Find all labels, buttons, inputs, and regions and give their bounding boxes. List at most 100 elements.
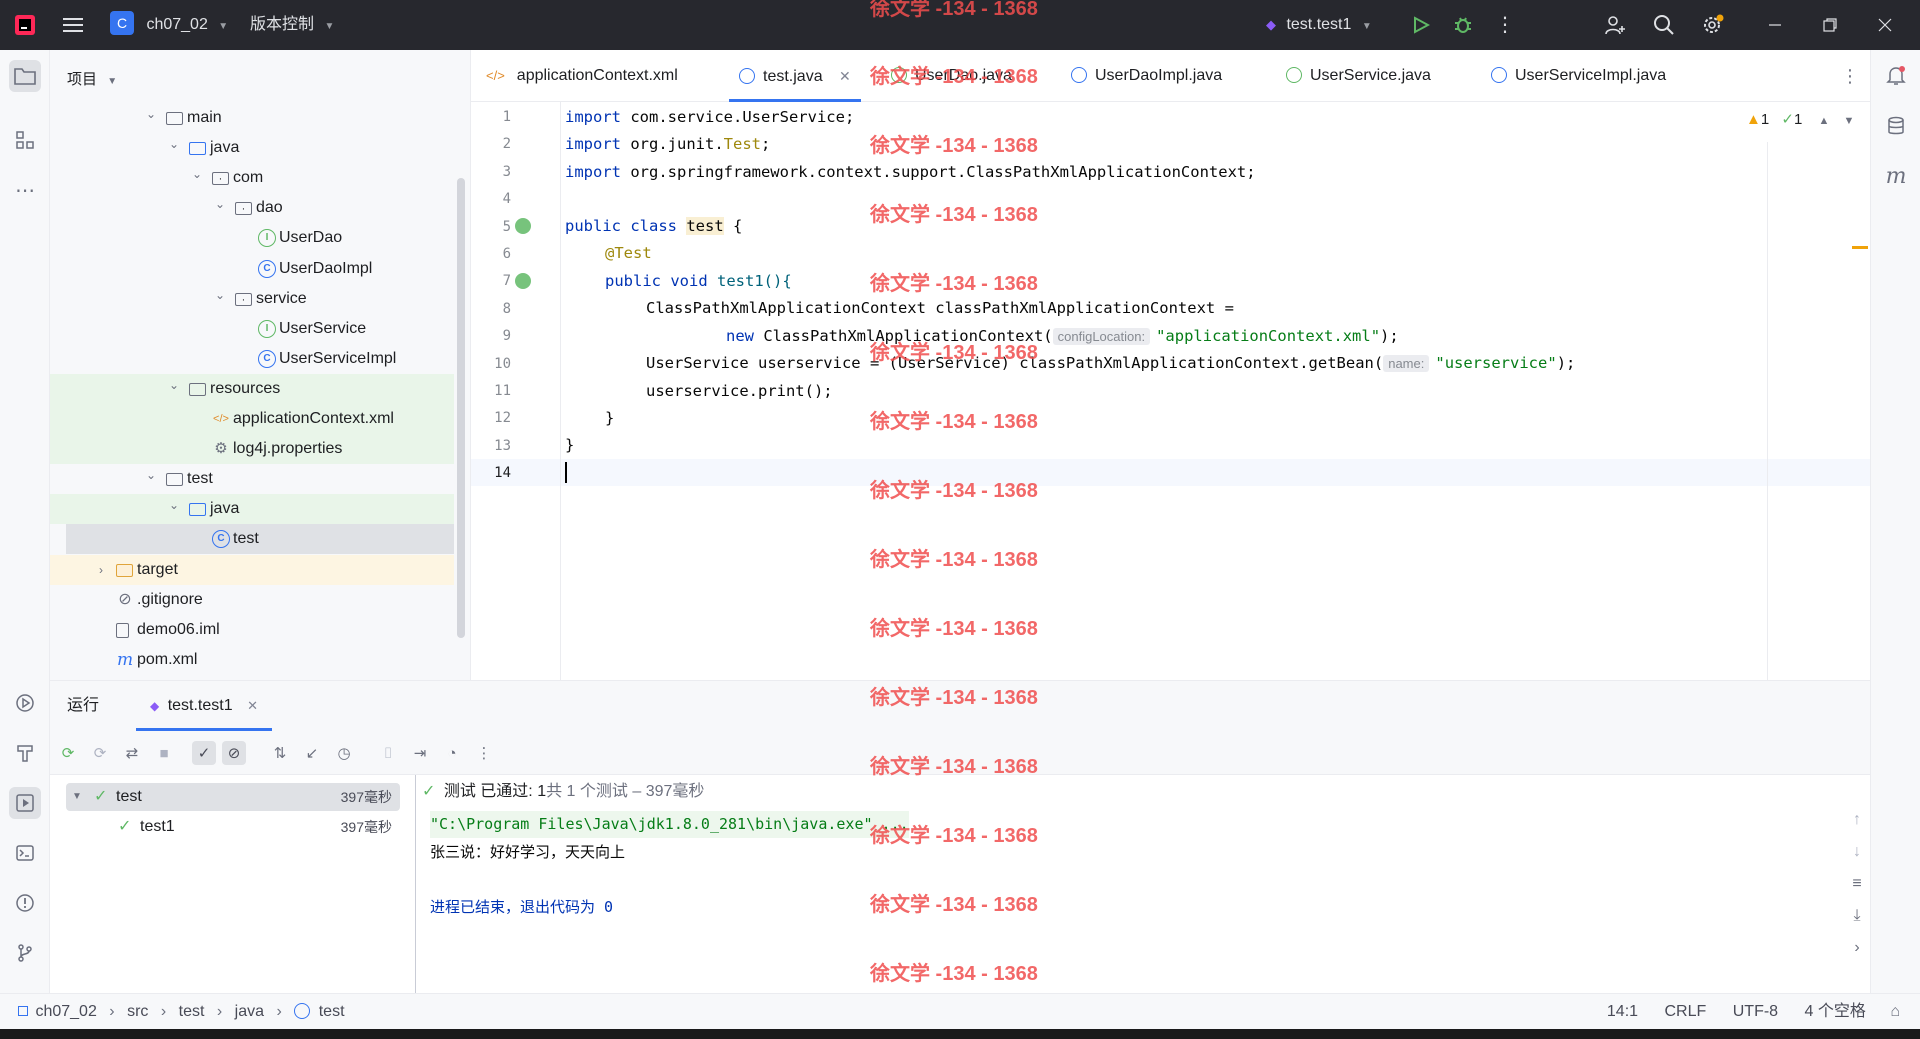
- run-tool-icon[interactable]: [9, 787, 41, 819]
- tree-item-java[interactable]: ⌄ java: [50, 494, 454, 524]
- database-icon[interactable]: [1880, 110, 1912, 142]
- project-panel-header[interactable]: 项目 ▼: [67, 68, 117, 89]
- problems-icon[interactable]: [9, 887, 41, 919]
- close-tab-icon[interactable]: ✕: [247, 698, 258, 713]
- chevron-down-icon[interactable]: ⌄: [167, 370, 181, 400]
- show-passed-icon[interactable]: ✓: [192, 741, 216, 765]
- breadcrumb-item[interactable]: test: [179, 1003, 205, 1020]
- project-switcher[interactable]: C ch07_02 ▼: [110, 0, 228, 50]
- chevron-right-icon[interactable]: ›: [94, 555, 108, 585]
- chevron-down-icon[interactable]: ⌄: [167, 490, 181, 520]
- chevron-right-icon[interactable]: ›: [1845, 939, 1869, 957]
- notifications-icon[interactable]: [1880, 60, 1912, 92]
- run-icon[interactable]: [1406, 0, 1436, 50]
- camera-icon[interactable]: ⌷: [376, 741, 400, 765]
- rerun-failed-icon[interactable]: ⟳: [88, 741, 112, 765]
- chevron-down-icon[interactable]: ⌄: [213, 189, 227, 219]
- restore-icon[interactable]: [1815, 0, 1845, 50]
- tree-item-userserviceimpl[interactable]: C UserServiceImpl: [50, 344, 454, 374]
- file-encoding[interactable]: UTF-8: [1733, 1003, 1778, 1020]
- tree-item-userservice[interactable]: I UserService: [50, 314, 454, 344]
- chevron-down-icon[interactable]: ⌄: [167, 129, 181, 159]
- tree-item-resources[interactable]: ⌄ resources: [50, 374, 454, 404]
- indent-setting[interactable]: 4 个空格: [1805, 1003, 1866, 1020]
- chevron-down-icon[interactable]: ⌄: [213, 280, 227, 310]
- terminal-icon[interactable]: [9, 837, 41, 869]
- minimize-icon[interactable]: [1760, 0, 1790, 50]
- chevron-down-icon[interactable]: ⌄: [190, 159, 204, 189]
- breadcrumb-item[interactable]: src: [127, 1003, 148, 1020]
- tab-userdaoimpl-java[interactable]: UserDaoImpl.java: [1071, 50, 1222, 102]
- tree-item-pom-xml[interactable]: m pom.xml: [50, 645, 454, 675]
- tree-item-service[interactable]: ⌄ · service: [50, 284, 454, 314]
- collapse-icon[interactable]: ↙: [300, 741, 324, 765]
- tree-item-gitignore[interactable]: ⊘ .gitignore: [50, 585, 454, 615]
- run-gutter-icon[interactable]: [515, 218, 531, 234]
- debug-icon[interactable]: [1448, 0, 1478, 50]
- git-icon[interactable]: [9, 937, 41, 969]
- tree-item-dao[interactable]: ⌄ · dao: [50, 193, 454, 223]
- caret-position[interactable]: 14:1: [1607, 1003, 1638, 1020]
- soft-wrap-icon[interactable]: ≡: [1845, 875, 1869, 893]
- chevron-down-icon[interactable]: ⌄: [144, 460, 158, 490]
- add-user-icon[interactable]: [1600, 0, 1630, 50]
- toggle-auto-test-icon[interactable]: ⇄: [120, 741, 144, 765]
- run-config-selector[interactable]: ◆ test.test1 ▼: [1266, 0, 1372, 50]
- test-row-method[interactable]: ✓ test1 397毫秒: [66, 813, 400, 841]
- tree-item-userdao[interactable]: I UserDao: [50, 223, 454, 253]
- scroll-to-end-icon[interactable]: ⤓: [1845, 907, 1869, 925]
- breadcrumb-item[interactable]: ch07_02: [35, 1003, 96, 1020]
- run-tab-test-test1[interactable]: ◆ test.test1 ✕: [136, 681, 272, 731]
- tab-userdao-java[interactable]: UserDao.java: [891, 50, 1012, 102]
- tree-item-test[interactable]: Ctest: [66, 524, 454, 554]
- close-icon[interactable]: [1870, 0, 1900, 50]
- tree-item-target[interactable]: › target: [50, 555, 454, 585]
- tree-item-java[interactable]: ⌄ java: [50, 133, 454, 163]
- rerun-icon[interactable]: ⟳: [56, 741, 80, 765]
- tree-item-test[interactable]: ⌄ test: [50, 464, 454, 494]
- tabs-more-icon[interactable]: ⋮: [1841, 50, 1859, 102]
- scroll-up-icon[interactable]: ↑: [1845, 811, 1869, 829]
- tab-userservice-java[interactable]: UserService.java: [1286, 50, 1431, 102]
- show-ignored-icon[interactable]: ⊘: [222, 741, 246, 765]
- tab-userserviceimpl-java[interactable]: UserServiceImpl.java: [1491, 50, 1666, 102]
- build-icon[interactable]: [9, 737, 41, 769]
- tree-item-log4j-properties[interactable]: ⚙ log4j.properties: [50, 434, 454, 464]
- tree-item-userdaoimpl[interactable]: C UserDaoImpl: [50, 254, 454, 284]
- history-icon[interactable]: ◷: [332, 741, 356, 765]
- intellij-icon[interactable]: [10, 0, 40, 50]
- project-folder-icon[interactable]: [9, 60, 41, 92]
- import-icon[interactable]: ⇥: [408, 741, 432, 765]
- maven-icon[interactable]: m: [1880, 160, 1912, 192]
- project-scrollbar[interactable]: [457, 178, 465, 638]
- tree-item-applicationcontext-xml[interactable]: </> applicationContext.xml: [50, 404, 454, 434]
- chevron-down-icon[interactable]: ▼: [1844, 115, 1855, 127]
- breadcrumb-item[interactable]: test: [319, 1003, 345, 1020]
- tree-item-main[interactable]: ⌄ main: [50, 103, 454, 133]
- lock-icon[interactable]: ⌂: [1890, 1003, 1900, 1020]
- sort-icon[interactable]: ⇅: [268, 741, 292, 765]
- inspection-widget[interactable]: ▲1 ✓1 ▲ ▼: [1746, 110, 1854, 128]
- services-icon[interactable]: [9, 687, 41, 719]
- tree-item-demo06-iml[interactable]: demo06.iml: [50, 615, 454, 645]
- tree-item-com[interactable]: ⌄ · com: [50, 163, 454, 193]
- line-separator[interactable]: CRLF: [1665, 1003, 1707, 1020]
- run-gutter-icon[interactable]: [515, 273, 531, 289]
- coverage-icon[interactable]: ◔: [440, 741, 464, 765]
- tab-test-java[interactable]: test.java ✕: [729, 50, 861, 102]
- more-tools-icon[interactable]: ⋯: [9, 174, 41, 206]
- scroll-down-icon[interactable]: ↓: [1845, 843, 1869, 861]
- structure-icon[interactable]: [9, 124, 41, 156]
- hamburger-icon[interactable]: [60, 0, 86, 50]
- settings-icon[interactable]: [1698, 0, 1728, 50]
- more-icon[interactable]: ⋮: [1490, 0, 1520, 50]
- stop-icon[interactable]: ■: [152, 741, 176, 765]
- breadcrumb-item[interactable]: java: [235, 1003, 264, 1020]
- search-icon[interactable]: [1649, 0, 1679, 50]
- chevron-up-icon[interactable]: ▲: [1818, 115, 1829, 127]
- test-row-suite[interactable]: ▼ ✓ test 397毫秒: [66, 783, 400, 811]
- console-output[interactable]: "C:\Program Files\Java\jdk1.8.0_281\bin\…: [416, 811, 1876, 994]
- tab-applicationcontext-xml[interactable]: </> applicationContext.xml: [486, 50, 678, 102]
- close-tab-icon[interactable]: ✕: [839, 68, 851, 84]
- chevron-down-icon[interactable]: ⌄: [144, 99, 158, 129]
